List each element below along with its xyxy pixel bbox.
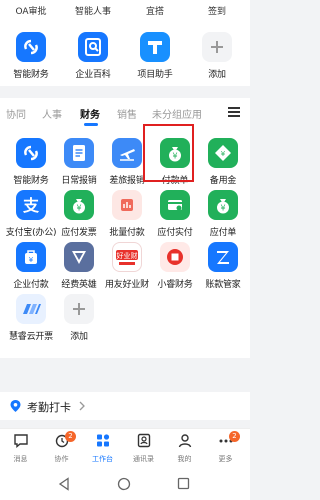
- home-icon[interactable]: [117, 477, 131, 491]
- attendance-label: 考勤打卡: [27, 401, 71, 414]
- t-icon: [140, 32, 170, 62]
- nav-contacts[interactable]: 通讯录: [123, 433, 164, 464]
- location-icon: [10, 400, 21, 412]
- tab-ungrouped[interactable]: 未分组应用: [152, 106, 202, 121]
- svg-text:好业财: 好业财: [117, 251, 138, 260]
- highlight-box: [143, 124, 194, 182]
- tab-hr[interactable]: 人事: [42, 106, 62, 121]
- money-bag-icon: ¥: [208, 190, 238, 220]
- finance-icon: [16, 138, 46, 168]
- svg-text:¥: ¥: [221, 150, 226, 158]
- search-doc-icon: [78, 32, 108, 62]
- app-smart-hr[interactable]: 智能人事: [62, 4, 124, 17]
- svg-text:¥: ¥: [76, 204, 81, 213]
- nav-workbench[interactable]: 工作台: [82, 433, 123, 464]
- batch-icon: [112, 190, 142, 220]
- card-icon: [160, 190, 190, 220]
- app-yida[interactable]: 宜搭: [124, 4, 186, 17]
- plus-icon: [64, 294, 94, 324]
- shield-icon: [64, 242, 94, 272]
- app-checkin[interactable]: 签到: [186, 4, 248, 17]
- svg-text:支: 支: [22, 196, 40, 215]
- alipay-icon: 支: [16, 190, 46, 220]
- tab-collaboration[interactable]: 协同: [6, 106, 26, 121]
- top-app-row: OA审批 智能人事 宜搭 签到: [0, 0, 250, 22]
- attendance-card[interactable]: 考勤打卡: [0, 392, 250, 420]
- chevron-right-icon: [79, 401, 85, 411]
- fav-enterprise-wiki[interactable]: 企业百科: [62, 32, 124, 80]
- app-petty-cash[interactable]: ¥ 备用金: [192, 138, 254, 186]
- app-add-button[interactable]: 添加: [48, 294, 110, 342]
- tab-active-indicator: [84, 123, 98, 126]
- fav-add-button[interactable]: 添加: [186, 32, 248, 80]
- nav-mine[interactable]: 我的: [164, 433, 205, 464]
- money-bag-icon: ¥: [64, 190, 94, 220]
- money-tag-icon: ¥: [208, 138, 238, 168]
- collaboration-badge: 2: [65, 431, 76, 442]
- doc-icon: [64, 138, 94, 168]
- app-payable-order[interactable]: ¥ 应付单: [192, 190, 254, 238]
- back-icon[interactable]: [58, 477, 70, 491]
- plane-icon: [112, 138, 142, 168]
- contacts-icon: [137, 433, 150, 448]
- category-tabs: 协同 人事 财务 销售 未分组应用: [0, 98, 250, 129]
- system-nav-bar: [0, 468, 250, 500]
- menu-icon[interactable]: [228, 107, 240, 118]
- record-icon: [160, 242, 190, 272]
- fav-smart-finance[interactable]: 智能财务: [0, 32, 62, 80]
- more-badge: 2: [229, 431, 240, 442]
- nav-collaboration[interactable]: 2 协作: [41, 431, 82, 464]
- yonyou-icon: 好业财: [112, 242, 142, 272]
- svg-text:¥: ¥: [220, 204, 225, 213]
- nav-messages[interactable]: 消息: [0, 433, 41, 464]
- app-oa-approval[interactable]: OA审批: [0, 4, 62, 17]
- cloud-icon: [16, 294, 46, 324]
- favorites-card: 智能财务 企业百科 项目助手 添加: [0, 22, 250, 86]
- tab-finance[interactable]: 财务: [80, 106, 100, 121]
- fav-project-assistant[interactable]: 项目助手: [124, 32, 186, 80]
- plus-icon: [202, 32, 232, 62]
- nav-more[interactable]: 2 更多: [205, 431, 246, 464]
- app-account-manager[interactable]: 账款管家: [192, 242, 254, 290]
- person-icon: [178, 434, 191, 448]
- bag-icon: ¥: [16, 242, 46, 272]
- finance-app-grid: 智能财务 日常报销 差旅报销 ¥ 付款单 ¥ 备用金 支 支付宝(办公) ¥ 应…: [0, 128, 250, 358]
- bottom-nav: 消息 2 协作 工作台 通讯录 我的 2 更多: [0, 428, 250, 469]
- recents-icon[interactable]: [177, 477, 190, 490]
- z-icon: [208, 242, 238, 272]
- workbench-icon: [96, 434, 109, 447]
- svg-text:¥: ¥: [29, 256, 34, 264]
- tab-sales[interactable]: 销售: [117, 106, 137, 121]
- finance-icon: [16, 32, 46, 62]
- message-icon: [13, 434, 28, 448]
